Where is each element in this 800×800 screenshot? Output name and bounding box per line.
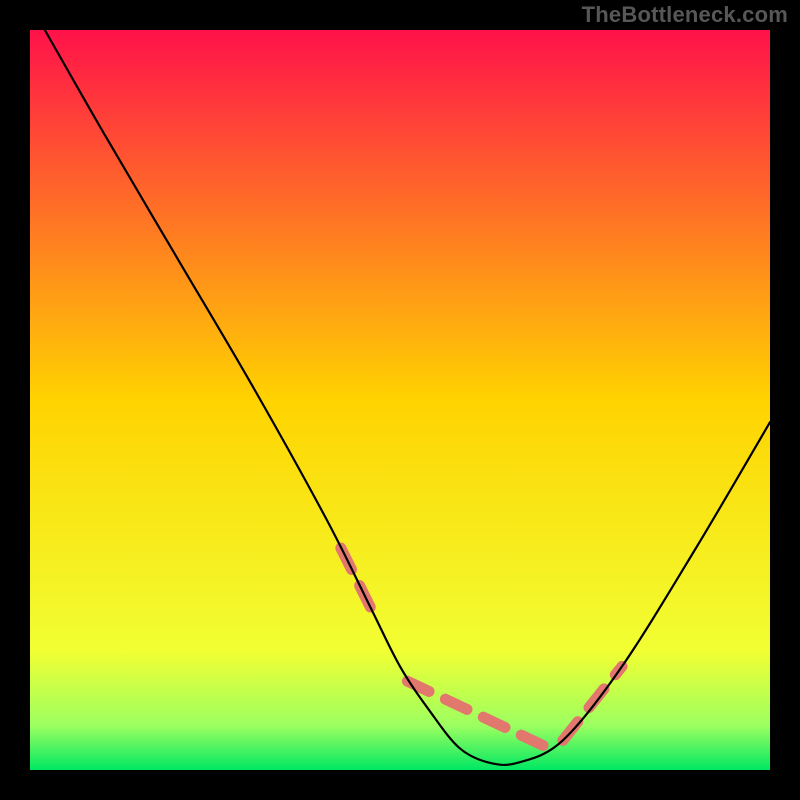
chart-svg [30,30,770,770]
chart-frame: TheBottleneck.com [0,0,800,800]
plot-area [30,30,770,770]
gradient-background [30,30,770,770]
watermark-text: TheBottleneck.com [582,2,788,28]
